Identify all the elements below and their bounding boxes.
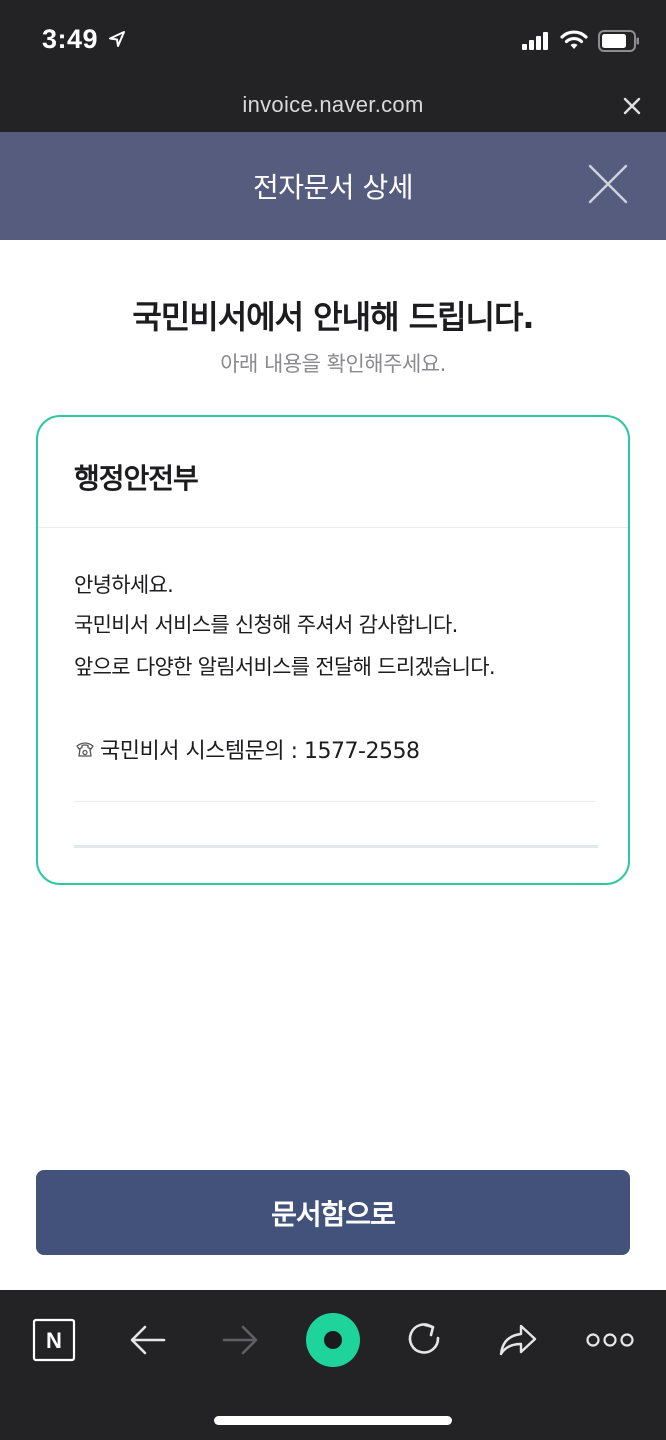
reload-icon xyxy=(408,1323,440,1354)
page-header: 전자문서 상세 xyxy=(0,132,666,240)
intro-title: 국민비서에서 안내해 드립니다. xyxy=(132,298,534,336)
close-icon[interactable] xyxy=(622,96,642,116)
card-sender: 행정안전부 xyxy=(74,462,199,495)
card-rule xyxy=(74,801,595,802)
share-icon xyxy=(499,1324,537,1356)
location-arrow-icon xyxy=(109,31,125,47)
page-title: 전자문서 상세 xyxy=(253,171,413,204)
intro-subtitle: 아래 내용을 확인해주세요. xyxy=(220,352,446,376)
card-line: 국민비서 서비스를 신청해 주셔서 감사합니다. xyxy=(74,613,458,637)
message-card: 행정안전부 안녕하세요. 국민비서 서비스를 신청해 주셔서 감사합니다. 앞으… xyxy=(36,415,630,885)
screen: 3:49 invoice.naver.com 전자문서 상세 국민비서에서 안내… xyxy=(0,0,666,1440)
inbox-button[interactable]: 문서함으로 xyxy=(36,1170,630,1255)
green-dot-icon xyxy=(306,1313,360,1367)
card-line: 안녕하세요. xyxy=(74,573,174,597)
naver-home-button[interactable]: N xyxy=(24,1310,84,1370)
wifi-icon xyxy=(560,30,588,49)
card-line: 앞으로 다양한 알림서비스를 전달해 드리겠습니다. xyxy=(74,655,496,679)
naver-n-icon: N xyxy=(32,1318,76,1362)
phone-text: 국민비서 시스템문의 : 1577-2558 xyxy=(100,739,420,764)
phone-row: 국민비서 시스템문의 : 1577-2558 xyxy=(74,733,420,765)
home-indicator[interactable] xyxy=(214,1416,452,1425)
header-close-icon[interactable] xyxy=(586,162,630,206)
url-text[interactable]: invoice.naver.com xyxy=(0,92,666,118)
back-arrow-icon xyxy=(130,1325,166,1355)
signal-icon xyxy=(522,32,548,50)
more-button[interactable] xyxy=(580,1310,640,1370)
card-divider xyxy=(38,527,628,528)
status-bar: 3:49 xyxy=(0,0,666,80)
share-button[interactable] xyxy=(488,1310,548,1370)
svg-text:N: N xyxy=(46,1328,62,1353)
card-rule xyxy=(74,845,598,848)
forward-button[interactable] xyxy=(210,1310,270,1370)
reload-button[interactable] xyxy=(395,1310,455,1370)
forward-arrow-icon xyxy=(222,1325,258,1355)
battery-icon xyxy=(598,30,639,52)
phone-icon xyxy=(76,742,94,757)
green-dot-button[interactable] xyxy=(303,1310,363,1370)
back-button[interactable] xyxy=(118,1310,178,1370)
more-icon xyxy=(586,1333,634,1347)
status-time: 3:49 xyxy=(42,24,99,54)
url-bar: invoice.naver.com xyxy=(0,80,666,132)
